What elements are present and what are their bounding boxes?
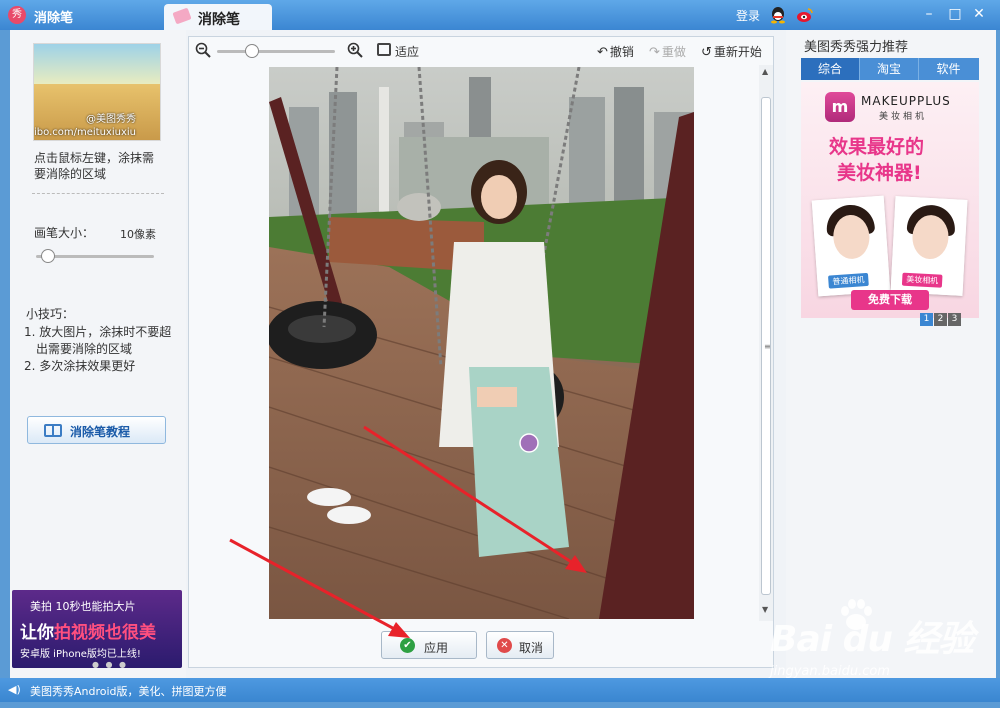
eraser-icon (172, 7, 192, 25)
fit-icon[interactable] (377, 43, 391, 56)
preview-thumbnail: @美图秀秀 ibo.com/meituxiuxiu (33, 43, 161, 141)
cancel-button-label: 取消 (519, 641, 544, 655)
undo-button[interactable]: ↶ 撤销 (597, 43, 634, 60)
scroll-grip-icon: ≡ (764, 342, 771, 351)
promo-line-1: 美拍 10秒也能拍大片 (30, 600, 136, 613)
status-text[interactable]: 美图秀秀Android版，美化、拼图更方便 (30, 683, 227, 699)
zoom-in-icon[interactable] (347, 42, 363, 58)
watermark-main: Bai du 经验 (770, 619, 975, 660)
makeupplus-ad[interactable]: m MAKEUPPLUS 美妆相机 效果最好的 美妆神器! 普通相机 美妆相机 … (801, 82, 979, 318)
promo-carousel-dots[interactable]: ● ● ● (92, 660, 128, 668)
tab-software[interactable]: 软件 (919, 58, 978, 80)
ad-pager: 123 (920, 310, 962, 326)
ad-photo-before: 普通相机 (811, 195, 891, 297)
tips-list: 1. 放大图片，涂抹时不要超出需要消除的区域 2. 多次涂抹效果更好 (24, 324, 174, 375)
apply-button-label: 应用 (424, 641, 449, 655)
app-logo-icon: 秀 (8, 6, 26, 24)
scrollbar-thumb[interactable]: ≡ (761, 97, 771, 595)
restart-icon: ↺ (701, 45, 712, 60)
tips-title: 小技巧： (26, 307, 75, 321)
ad-brand-sub: 美妆相机 (879, 112, 928, 122)
login-link[interactable]: 登录 (736, 7, 760, 24)
undo-label: 撤销 (609, 45, 634, 59)
watermark-sub: jingyan.baidu.com (770, 664, 890, 679)
annotation-arrow (229, 538, 410, 638)
close-button[interactable]: ✕ (970, 5, 988, 23)
ad-download-button[interactable]: 免费下载 (851, 290, 929, 310)
promo-line-2-highlight: 拍视频也很美 (54, 623, 156, 643)
scroll-down-icon[interactable]: ▼ (762, 605, 768, 614)
brush-size-label: 画笔大小： (34, 226, 95, 240)
makeupplus-logo-icon: m (825, 92, 855, 122)
thumbnail-watermark: @美图秀秀 (86, 114, 136, 125)
hint-text: 点击鼠标左键，涂抹需要消除的区域 (34, 151, 155, 181)
minimize-button[interactable]: – (920, 5, 938, 23)
ad-tag-after: 美妆相机 (901, 272, 943, 288)
ad-tag-before: 普通相机 (828, 272, 869, 289)
ad-page-1[interactable]: 1 (920, 313, 933, 326)
app-title: 消除笔 (34, 11, 74, 26)
recommend-title: 美图秀秀强力推荐 (804, 40, 909, 55)
tutorial-button[interactable]: 消除笔教程 (27, 416, 166, 444)
thumbnail-url: ibo.com/meituxiuxiu (34, 127, 136, 138)
redo-button[interactable]: ↷ 重做 (649, 43, 686, 60)
ad-page-3[interactable]: 3 (948, 313, 961, 326)
right-panel: 美图秀秀强力推荐 综合 淘宝 软件 m MAKEUPPLUS 美妆相机 效果最好… (786, 30, 996, 678)
undo-icon: ↶ (597, 45, 608, 60)
restart-button[interactable]: ↺ 重新开始 (701, 43, 762, 60)
qq-icon[interactable] (770, 6, 786, 24)
tab-eraser[interactable]: 消除笔 (164, 4, 272, 30)
cancel-x-icon: ✕ (497, 638, 512, 653)
brush-size-slider-handle[interactable] (40, 249, 55, 263)
ad-photo-after: 美妆相机 (890, 196, 968, 296)
divider (32, 193, 164, 194)
promo-line-2: 让你拍视频也很美 (20, 618, 156, 643)
meipai-promo-banner[interactable]: 美拍 10秒也能拍大片 让你拍视频也很美 安卓版 iPhone版均已上线! ● … (12, 590, 182, 668)
book-icon (44, 424, 62, 437)
redo-icon: ↷ (649, 45, 660, 60)
maximize-button[interactable]: □ (946, 5, 964, 23)
zoom-slider[interactable] (217, 50, 335, 53)
tutorial-button-label: 消除笔教程 (70, 425, 131, 439)
scroll-up-icon[interactable]: ▲ (762, 67, 768, 76)
tab-taobao[interactable]: 淘宝 (860, 58, 919, 80)
restart-label: 重新开始 (713, 45, 762, 59)
promo-line-2-prefix: 让你 (20, 623, 54, 643)
weibo-icon[interactable] (796, 6, 814, 24)
zoom-slider-handle[interactable] (245, 44, 260, 58)
brush-size-value: 10像素 (120, 228, 156, 241)
tab-general[interactable]: 综合 (801, 58, 860, 80)
title-bar: 秀 消除笔 消除笔 登录 – □ ✕ (0, 0, 1000, 30)
thumbnail-sky (34, 44, 160, 84)
main-area: @美图秀秀 ibo.com/meituxiuxiu 点击鼠标左键，涂抹需要消除的… (10, 30, 996, 678)
redo-label: 重做 (661, 45, 686, 59)
fit-button-label[interactable]: 适应 (395, 43, 419, 60)
speaker-icon[interactable]: ◀) (8, 683, 22, 697)
cancel-button[interactable]: ✕ 取消 (486, 631, 554, 659)
tab-label: 消除笔 (198, 12, 240, 28)
ad-headline-2: 美妆神器! (837, 162, 922, 184)
tip-item: 2. 多次涂抹效果更好 (24, 359, 136, 373)
ad-brand: MAKEUPPLUS (861, 94, 951, 108)
promo-line-3: 安卓版 iPhone版均已上线! (20, 649, 141, 660)
ad-headline-1: 效果最好的 (829, 136, 925, 158)
recommend-tabs: 综合 淘宝 软件 (801, 58, 979, 80)
vertical-scrollbar[interactable]: ▲ ≡ ▼ (759, 65, 773, 621)
zoom-out-icon[interactable] (195, 42, 211, 58)
ad-page-2[interactable]: 2 (934, 313, 947, 326)
tip-item: 1. 放大图片，涂抹时不要超出需要消除的区域 (24, 325, 172, 356)
ad-face (911, 214, 950, 260)
baidu-jingyan-watermark: Bai du 经验 jingyan.baidu.com (770, 598, 1000, 684)
left-panel: @美图秀秀 ibo.com/meituxiuxiu 点击鼠标左键，涂抹需要消除的… (10, 30, 186, 678)
